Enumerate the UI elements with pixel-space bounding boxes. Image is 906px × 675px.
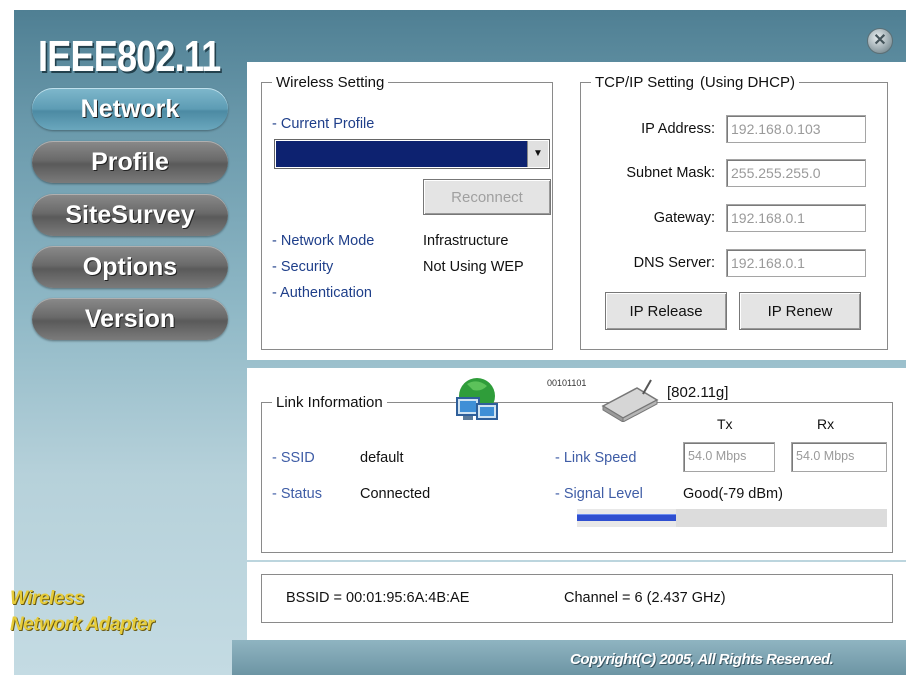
authentication-label: - Authentication — [272, 285, 372, 301]
subnet-mask-label: Subnet Mask: — [626, 165, 715, 181]
network-mode-value: Infrastructure — [423, 233, 509, 249]
settings-panel: Wireless Setting - Current Profile ▼ Rec… — [247, 62, 906, 360]
nav-sitesurvey-button[interactable]: SiteSurvey — [32, 194, 228, 236]
bssid-box: BSSID = 00:01:95:6A:4B:AE Channel = 6 (2… — [261, 574, 893, 623]
tx-label: Tx — [717, 416, 733, 432]
security-label: - Security — [272, 259, 334, 275]
device-bits-label: 00101101 — [547, 378, 587, 388]
brand-line-2: Network Adapter — [10, 614, 154, 635]
ssid-label: - SSID — [272, 450, 315, 466]
router-icon — [601, 379, 659, 422]
dns-server-field[interactable]: 192.168.0.1 — [726, 249, 866, 277]
bssid-panel: BSSID = 00:01:95:6A:4B:AE Channel = 6 (2… — [247, 562, 906, 640]
link-information-title: Link Information — [276, 394, 383, 411]
rx-speed-field: 54.0 Mbps — [791, 442, 887, 472]
reconnect-button[interactable]: Reconnect — [423, 179, 551, 215]
ip-address-field[interactable]: 192.168.0.103 — [726, 115, 866, 143]
signal-level-label: - Signal Level — [555, 486, 643, 502]
tcpip-title: TCP/IP Setting — [595, 74, 694, 91]
channel-value: Channel = 6 (2.437 GHz) — [564, 590, 726, 606]
close-icon[interactable]: ✕ — [867, 28, 893, 54]
rx-label: Rx — [817, 416, 835, 432]
ip-address-label: IP Address: — [641, 121, 715, 137]
current-profile-label: - Current Profile — [272, 116, 375, 132]
profile-select[interactable]: ▼ — [274, 139, 550, 169]
bssid-value: BSSID = 00:01:95:6A:4B:AE — [286, 590, 470, 606]
standard-label: [802.11g] — [667, 384, 729, 401]
tcpip-mode: (Using DHCP) — [699, 74, 795, 91]
nav-version-button[interactable]: Version — [32, 298, 228, 340]
network-mode-label: - Network Mode — [272, 233, 375, 249]
status-label: - Status — [272, 486, 322, 502]
app-window: IEEE802.11 Network Profile SiteSurvey Op… — [0, 0, 906, 675]
nav-options-button[interactable]: Options — [32, 246, 228, 288]
gateway-field[interactable]: 192.168.0.1 — [726, 204, 866, 232]
network-computers-icon — [456, 378, 498, 420]
chevron-down-icon[interactable]: ▼ — [527, 141, 548, 167]
signal-level-bar — [577, 509, 887, 527]
signal-level-value: Good(-79 dBm) — [683, 486, 783, 502]
link-panel: Link Information 00101101 [802.11g] Tx R… — [247, 368, 906, 560]
signal-level-fill-stripe — [577, 514, 677, 521]
link-speed-label: - Link Speed — [555, 450, 637, 466]
ssid-value: default — [360, 450, 404, 466]
status-value: Connected — [360, 486, 431, 502]
wireless-setting-title: Wireless Setting — [276, 74, 385, 91]
dns-server-label: DNS Server: — [633, 255, 715, 271]
tx-speed-field: 54.0 Mbps — [683, 442, 775, 472]
gateway-label: Gateway: — [653, 210, 715, 226]
nav-network-button[interactable]: Network — [32, 88, 228, 130]
link-information-group: Link Information — [261, 394, 893, 553]
nav-profile-button[interactable]: Profile — [32, 141, 228, 183]
subnet-mask-field[interactable]: 255.255.255.0 — [726, 159, 866, 187]
ip-release-button[interactable]: IP Release — [605, 292, 727, 330]
brand-line-1: Wireless — [10, 588, 85, 609]
profile-selected-value — [276, 141, 527, 167]
copyright-text: Copyright(C) 2005, All Rights Reserved. — [570, 651, 834, 668]
signal-level-fill — [577, 509, 677, 527]
app-logo: IEEE802.11 — [38, 32, 221, 81]
tcpip-legend: TCP/IP Setting (Using DHCP) — [591, 74, 799, 91]
security-value: Not Using WEP — [423, 259, 524, 275]
ip-renew-button[interactable]: IP Renew — [739, 292, 861, 330]
